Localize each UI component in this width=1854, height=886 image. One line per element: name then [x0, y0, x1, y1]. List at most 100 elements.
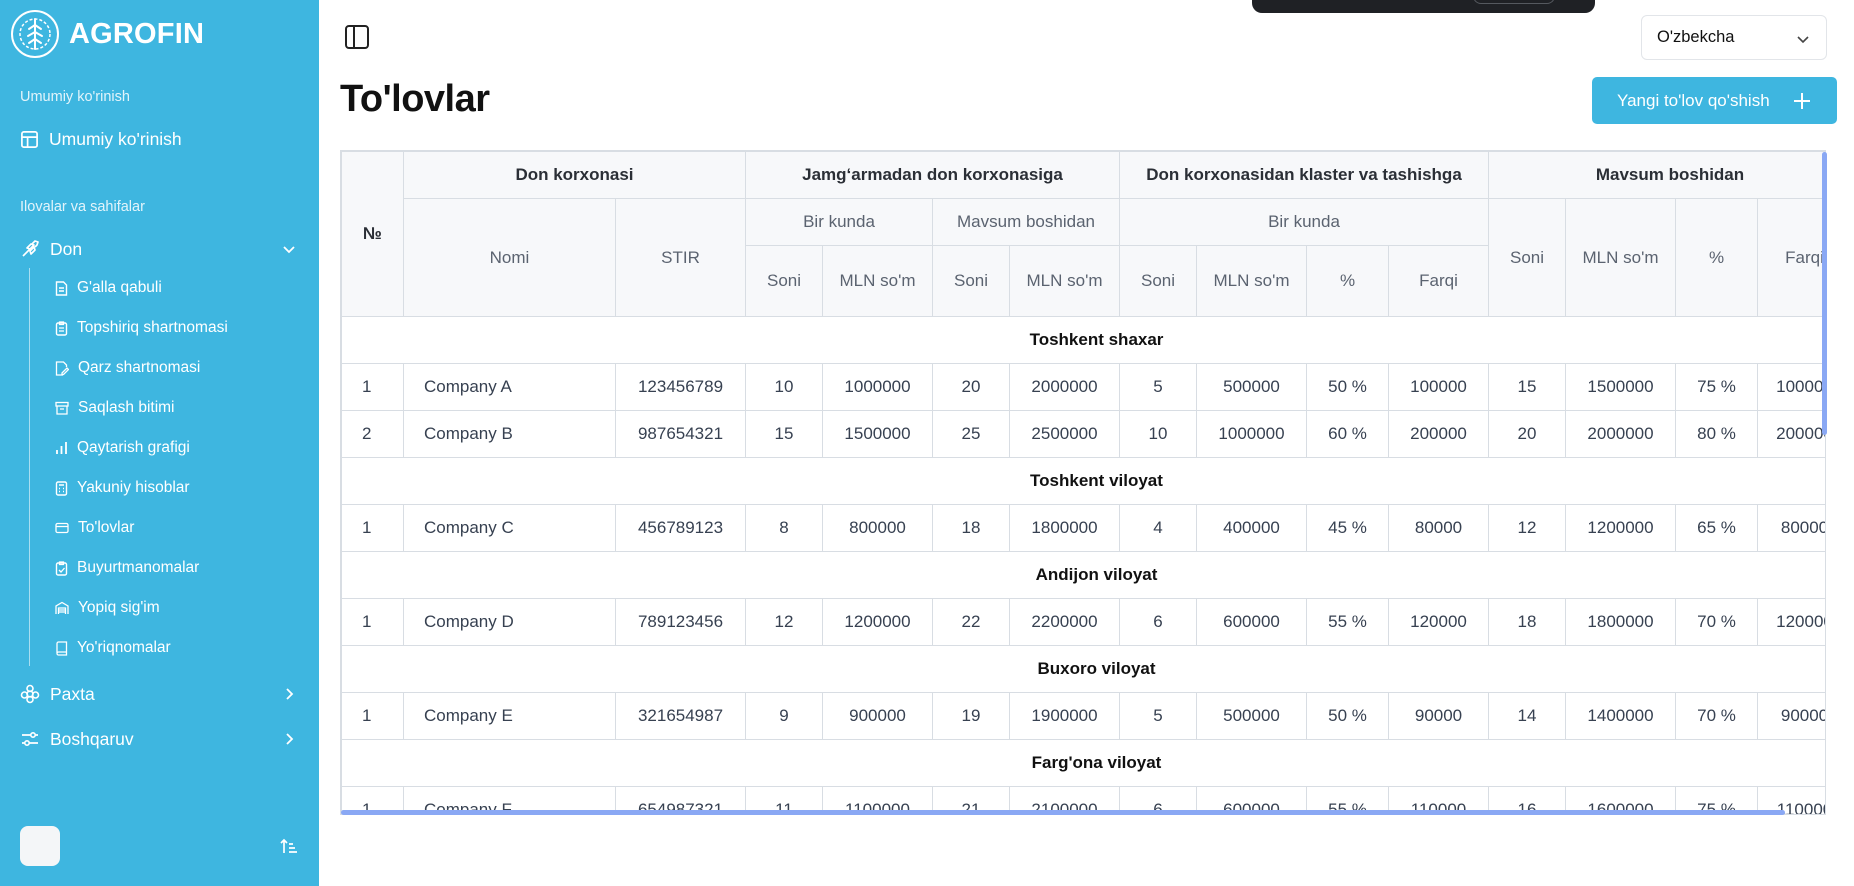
- brand[interactable]: AGROFIN: [10, 9, 204, 59]
- table-cell: 1: [341, 504, 404, 552]
- nav-overview-label: Umumiy ko'rinish: [49, 128, 182, 149]
- table-row[interactable]: 1 Company E 321654987 9 900000 19 1900000 5 5000…: [341, 692, 1825, 740]
- sidebar-item-tolovlar[interactable]: To'lovlar: [30, 515, 134, 541]
- table-cell: 456789123: [615, 504, 746, 552]
- col-mln: MLN so'm: [1196, 245, 1307, 317]
- table-cell: 18: [1488, 598, 1566, 646]
- vertical-scrollbar[interactable]: [1822, 152, 1827, 435]
- table-cell: 1900000: [1009, 692, 1120, 740]
- col-mavsum-boshidan: Mavsum boshidan: [932, 198, 1120, 246]
- sidebar-item-galla-qabuli[interactable]: G'alla qabuli: [30, 275, 162, 301]
- table-row[interactable]: 2 Company B 987654321 15 1500000 25 2500000 10 1…: [341, 410, 1825, 458]
- table-cell: 6: [1119, 598, 1197, 646]
- bar-chart-icon: [56, 442, 67, 454]
- table-cell: 15: [745, 410, 823, 458]
- sidebar-item-yoriqnomalar[interactable]: Yo'riqnomalar: [30, 635, 171, 661]
- sidebar-item-label: Saqlash bitimi: [78, 399, 175, 416]
- nav-paxta[interactable]: Paxta: [20, 679, 299, 709]
- collapse-sidebar-icon[interactable]: [279, 836, 299, 856]
- table-cell: 123456789: [615, 363, 746, 411]
- sidebar-item-yopiq-sigim[interactable]: Yopiq sig'im: [30, 595, 160, 621]
- language-select[interactable]: O'zbekcha: [1641, 15, 1827, 60]
- table-cell: 789123456: [615, 598, 746, 646]
- table-cell: 900000: [822, 692, 933, 740]
- add-payment-button[interactable]: Yangi to'lov qo'shish: [1592, 77, 1837, 124]
- sidebar-item-qarz[interactable]: Qarz shartnomasi: [30, 355, 200, 381]
- col-group-mavsum-boshidan: Mavsum boshidan: [1488, 151, 1825, 199]
- table-cell: 5: [1119, 363, 1197, 411]
- region-name: Toshkent viloyat: [341, 457, 1825, 505]
- table-cell: 19: [932, 692, 1010, 740]
- table-cell: 2500000: [1009, 410, 1120, 458]
- table-cell: 100000: [1757, 363, 1825, 411]
- sidebar-item-label: Qaytarish grafigi: [77, 439, 190, 456]
- table-cell: Company B: [403, 410, 616, 458]
- credit-card-icon: [55, 522, 69, 534]
- table-cell: 2: [341, 410, 404, 458]
- page-title: To'lovlar: [340, 78, 490, 120]
- wheat-icon: [22, 240, 39, 257]
- table-cell: 12: [745, 598, 823, 646]
- nav-boshqaruv[interactable]: Boshqaruv: [20, 724, 299, 754]
- table-cell: 1800000: [1009, 504, 1120, 552]
- plus-icon: [1794, 93, 1810, 109]
- nav-overview[interactable]: Umumiy ko'rinish: [20, 124, 299, 154]
- table-cell: 321654987: [615, 692, 746, 740]
- sidebar-toggle-icon[interactable]: [344, 24, 370, 50]
- table-cell: Company A: [403, 363, 616, 411]
- table-cell: 500000: [1196, 363, 1307, 411]
- table-row[interactable]: 1 Company C 456789123 8 800000 18 1800000 4 4000…: [341, 504, 1825, 552]
- table-cell: 600000: [1196, 598, 1307, 646]
- sidebar-item-qaytarish[interactable]: Qaytarish grafigi: [30, 435, 190, 461]
- table-row[interactable]: 1 Company A 123456789 10 1000000 20 2000000 5 50…: [341, 363, 1825, 411]
- col-bir-kunda: Bir kunda: [745, 198, 933, 246]
- col-farqi: Farqi: [1388, 245, 1489, 317]
- sidebar-item-topshiriq[interactable]: Topshiriq shartnomasi: [30, 315, 228, 341]
- table-cell: 1500000: [1565, 363, 1676, 411]
- overview-group-label: Umumiy ko'rinish: [20, 89, 130, 105]
- sidebar-item-saqlash[interactable]: Saqlash bitimi: [30, 395, 175, 421]
- table-cell: 65 %: [1675, 504, 1758, 552]
- table-cell: 120000: [1757, 598, 1825, 646]
- avatar[interactable]: [20, 826, 60, 866]
- table-cell: 22: [932, 598, 1010, 646]
- table-body: Toshkent shaxar 1 Company A 123456789 10 1000…: [341, 316, 1825, 814]
- table-cell: 1800000: [1565, 598, 1676, 646]
- sidebar-item-yakuniy[interactable]: Yakuniy hisoblar: [30, 475, 190, 501]
- table-cell: 70 %: [1675, 598, 1758, 646]
- table-cell: 20: [932, 363, 1010, 411]
- horizontal-scrollbar[interactable]: [341, 810, 1785, 815]
- table-cell: 15: [1488, 363, 1566, 411]
- sidebar-item-label: Yo'riqnomalar: [77, 639, 171, 656]
- table-row[interactable]: 1 Company D 789123456 12 1200000 22 2200000 6 60…: [341, 598, 1825, 646]
- region-row: Farg'ona viloyat: [341, 739, 1825, 787]
- nav-don[interactable]: Don: [20, 234, 299, 264]
- table-cell: 500000: [1196, 692, 1307, 740]
- table-cell: Company C: [403, 504, 616, 552]
- table-cell: 90000: [1388, 692, 1489, 740]
- sidebar-item-label: Qarz shartnomasi: [78, 359, 201, 376]
- table-cell: 9: [745, 692, 823, 740]
- table-cell: 55 %: [1306, 598, 1389, 646]
- nav-boshqaruv-label: Boshqaruv: [50, 728, 134, 749]
- table-cell: 200000: [1757, 410, 1825, 458]
- table-cell: 10: [745, 363, 823, 411]
- language-value: O'zbekcha: [1657, 28, 1735, 46]
- col-group-don-korxonasi: Don korxonasi: [403, 151, 746, 199]
- region-row: Toshkent viloyat: [341, 457, 1825, 505]
- region-name: Andijon viloyat: [341, 551, 1825, 599]
- table-cell: 12: [1488, 504, 1566, 552]
- nav-paxta-label: Paxta: [50, 683, 95, 704]
- chevron-down-icon: [283, 246, 295, 254]
- nav-don-label: Don: [50, 238, 83, 259]
- table-cell: Company D: [403, 598, 616, 646]
- table-cell: 18: [932, 504, 1010, 552]
- sidebar-item-label: Yakuniy hisoblar: [77, 479, 190, 496]
- payments-table-container[interactable]: № Don korxonasi Jamg‘armadan don korxona…: [340, 150, 1826, 815]
- sidebar-item-buyurtmanomalar[interactable]: Buyurtmanomalar: [30, 555, 199, 581]
- toast-action[interactable]: [1473, 0, 1555, 4]
- col-mln: MLN so'm: [822, 245, 933, 317]
- table-cell: 2200000: [1009, 598, 1120, 646]
- col-num: №: [341, 151, 404, 317]
- col-soni: Soni: [1119, 245, 1197, 317]
